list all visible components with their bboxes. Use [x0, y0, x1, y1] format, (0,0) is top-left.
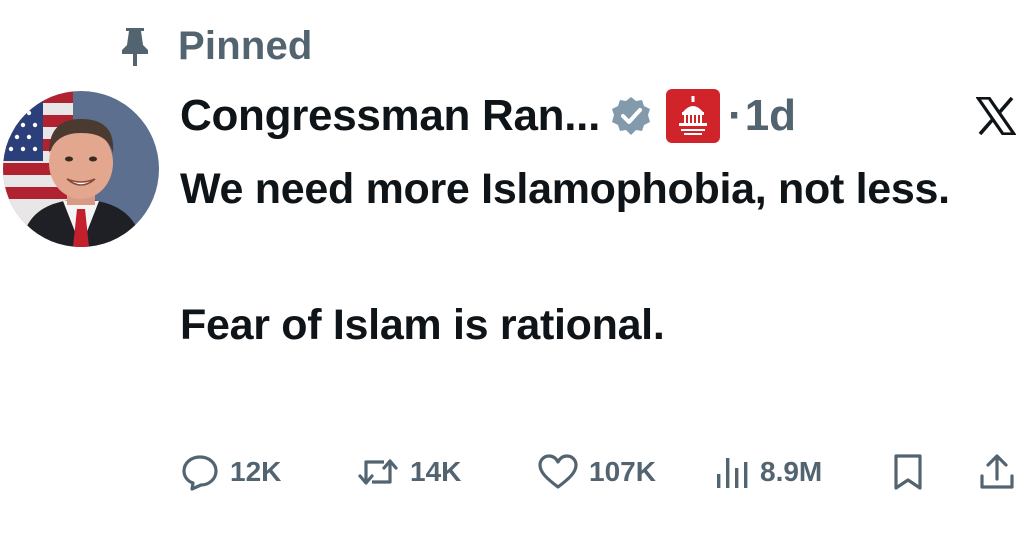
share-button[interactable]	[977, 448, 1017, 496]
avatar[interactable]	[3, 91, 159, 247]
views-chart-icon	[714, 452, 750, 492]
views-count: 8.9M	[760, 456, 823, 487]
tweet-text: We need more Islamophobia, not less. Fea…	[180, 155, 1010, 359]
author-name[interactable]: Congressman Ran...	[180, 91, 600, 141]
bookmark-button[interactable]	[890, 448, 926, 496]
header-separator: ·	[728, 91, 743, 140]
pin-icon	[118, 24, 152, 68]
pinned-indicator: Pinned	[118, 22, 313, 70]
views-button[interactable]: 8.9M	[714, 448, 822, 496]
house-gop-badge-icon[interactable]	[666, 89, 721, 143]
like-count: 107K	[589, 456, 656, 487]
like-button[interactable]: 107K	[537, 448, 656, 496]
tweet-action-bar: 12K 14K 107K 8.9M	[180, 448, 1020, 496]
reply-icon	[180, 452, 220, 492]
x-logo-icon[interactable]	[974, 94, 1018, 138]
tweet-text-line-1: We need more Islamophobia, not less.	[180, 165, 950, 213]
reply-count: 12K	[230, 456, 282, 487]
repost-icon	[356, 452, 400, 492]
heart-icon	[537, 452, 579, 492]
tweet-timestamp[interactable]: 1d	[745, 91, 796, 141]
repost-button[interactable]: 14K	[356, 448, 461, 496]
share-icon	[977, 452, 1017, 492]
verified-badge-icon[interactable]	[610, 94, 654, 138]
repost-count: 14K	[410, 456, 462, 487]
bookmark-icon	[890, 452, 926, 492]
tweet-text-line-2: Fear of Islam is rational.	[180, 301, 665, 349]
pinned-label: Pinned	[178, 23, 313, 68]
tweet-header: Congressman Ran... · 1d	[180, 88, 1020, 144]
reply-button[interactable]: 12K	[180, 448, 281, 496]
